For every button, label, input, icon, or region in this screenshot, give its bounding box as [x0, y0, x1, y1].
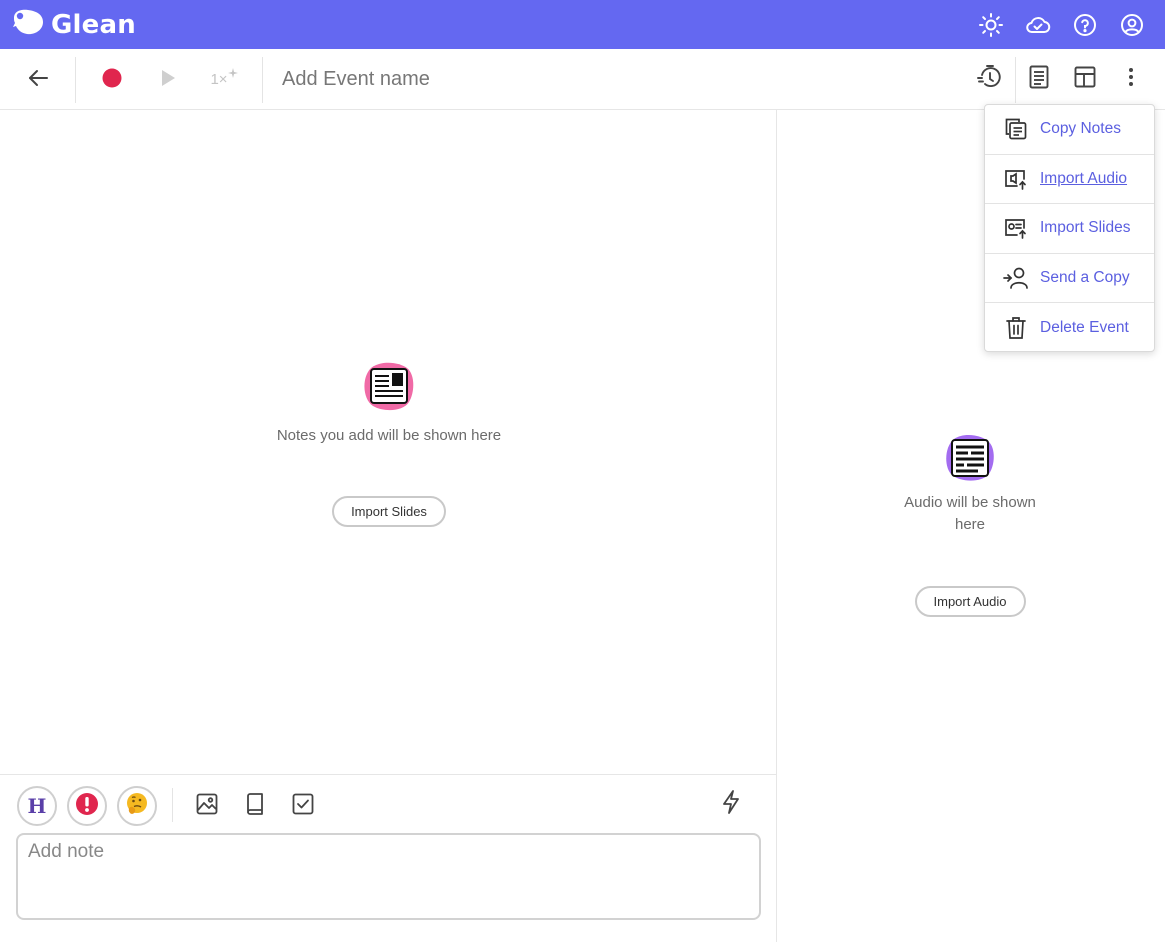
account-icon[interactable]	[1119, 12, 1145, 38]
import-slides-icon	[1003, 215, 1029, 241]
back-button[interactable]	[24, 66, 52, 94]
arrow-left-icon	[26, 66, 50, 95]
notes-empty-text: Notes you add will be shown here	[276, 427, 502, 444]
import-slides-button[interactable]: Import Slides	[332, 496, 446, 527]
record-button[interactable]	[100, 68, 124, 92]
more-options-button[interactable]	[1118, 66, 1144, 92]
timer-icon	[977, 64, 1003, 95]
event-name-input[interactable]	[282, 63, 802, 95]
audio-empty-text: Audio will be shown here	[904, 494, 1036, 533]
sparkle-icon	[227, 65, 238, 83]
app-name: Glean	[51, 9, 136, 40]
important-icon	[75, 792, 99, 821]
copy-icon	[1003, 116, 1029, 142]
menu-item-import-slides[interactable]: Import Slides	[985, 204, 1154, 254]
import-audio-icon	[1003, 166, 1029, 192]
menu-label: Import Audio	[1040, 169, 1128, 187]
help-icon[interactable]	[1072, 12, 1098, 38]
notes-view-button[interactable]	[1026, 65, 1052, 94]
quick-actions-button[interactable]	[718, 789, 744, 819]
notes-empty-state: Notes you add will be shown here Import …	[255, 360, 523, 527]
menu-label: Import Slides	[1040, 219, 1131, 237]
play-button[interactable]	[156, 68, 180, 92]
heading-icon: H	[27, 794, 47, 818]
add-note-input[interactable]	[18, 835, 759, 918]
layout-button[interactable]	[1072, 66, 1098, 92]
document-icon	[1029, 65, 1049, 94]
important-button[interactable]	[67, 786, 107, 826]
thinking-icon	[125, 792, 149, 821]
import-audio-button[interactable]: Import Audio	[914, 586, 1026, 617]
note-composer: H	[0, 774, 777, 942]
glean-logo-icon	[11, 8, 45, 41]
menu-label: Send a Copy	[1040, 269, 1130, 287]
note-input-container	[16, 833, 761, 920]
insert-reference-button[interactable]	[242, 792, 268, 820]
layout-icon	[1074, 66, 1096, 93]
timer-button[interactable]	[976, 64, 1004, 95]
menu-item-import-audio[interactable]: Import Audio	[985, 155, 1154, 205]
speed-label: 1×	[210, 70, 228, 88]
event-toolbar: 1×	[0, 49, 1165, 110]
thinking-button[interactable]	[117, 786, 157, 826]
trash-icon	[1003, 315, 1029, 341]
insert-image-button[interactable]	[194, 793, 220, 819]
image-icon	[196, 793, 218, 820]
record-icon	[102, 68, 122, 93]
menu-item-copy-notes[interactable]: Copy Notes	[985, 105, 1154, 155]
send-user-icon	[1003, 265, 1029, 291]
more-options-menu: Copy Notes Import Audio Import Slides Se…	[984, 104, 1155, 352]
menu-label: Delete Event	[1040, 319, 1129, 337]
insert-task-button[interactable]	[290, 793, 316, 819]
notes-illustration-icon	[361, 360, 417, 419]
book-icon	[245, 792, 265, 820]
lightning-icon	[721, 789, 741, 819]
playback-speed-button[interactable]: 1×	[206, 67, 242, 91]
menu-label: Copy Notes	[1040, 120, 1121, 138]
audio-empty-state: Audio will be shown here Import Audio	[862, 433, 1078, 617]
checkbox-icon	[292, 793, 314, 820]
app-logo[interactable]: Glean	[11, 8, 136, 41]
app-header: Glean	[0, 0, 1165, 49]
cloud-check-icon[interactable]	[1025, 12, 1051, 38]
sun-icon[interactable]	[978, 12, 1004, 38]
more-vert-icon	[1128, 67, 1134, 92]
notes-panel: Notes you add will be shown here Import …	[0, 110, 777, 774]
menu-item-delete-event[interactable]: Delete Event	[985, 303, 1154, 353]
heading-button[interactable]: H	[17, 786, 57, 826]
audio-illustration-icon	[942, 433, 998, 488]
play-icon	[160, 69, 176, 92]
menu-item-send-copy[interactable]: Send a Copy	[985, 254, 1154, 304]
